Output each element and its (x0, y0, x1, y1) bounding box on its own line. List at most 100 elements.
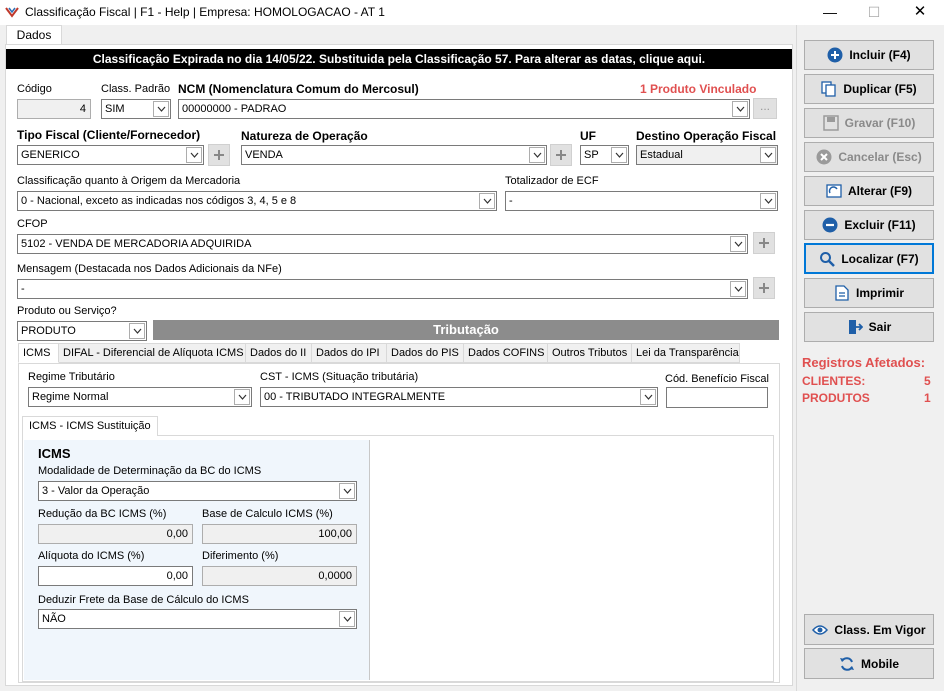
chevron-down-icon[interactable] (129, 323, 145, 339)
cod-beneficio-field[interactable] (666, 387, 768, 408)
icms-section-title: ICMS (38, 446, 71, 461)
tab-lei-transparencia[interactable]: Lei da Transparência (632, 343, 740, 363)
refresh-icon (840, 656, 854, 671)
tab-icms[interactable]: ICMS (18, 343, 59, 363)
chevron-down-icon[interactable] (732, 101, 748, 117)
cst-select[interactable]: 00 - TRIBUTADO INTEGRALMENTE (260, 387, 658, 407)
regime-select[interactable]: Regime Normal (28, 387, 252, 407)
gravar-button[interactable]: Gravar (F10) (804, 108, 934, 138)
chevron-down-icon[interactable] (186, 147, 202, 163)
window-title: Classificação Fiscal | F1 - Help | Empre… (25, 5, 385, 19)
chevron-down-icon[interactable] (234, 389, 250, 405)
uf-select[interactable]: SP (580, 145, 629, 165)
add-tipo-fiscal-button[interactable] (208, 144, 230, 166)
duplicate-icon (821, 81, 836, 97)
tab-dados-cofins[interactable]: Dados COFINS (464, 343, 548, 363)
chevron-down-icon[interactable] (730, 236, 746, 252)
chevron-down-icon[interactable] (153, 101, 169, 117)
class-padrao-value: SIM (105, 103, 125, 115)
sair-button[interactable]: Sair (804, 312, 934, 342)
aliquota-field[interactable]: 0,00 (38, 566, 193, 586)
tab-dados-pis[interactable]: Dados do PIS (387, 343, 464, 363)
tab-dados-ipi[interactable]: Dados do IPI (312, 343, 387, 363)
add-natureza-button[interactable] (550, 144, 572, 166)
class-padrao-label: Class. Padrão (101, 83, 171, 95)
modalidade-select[interactable]: 3 - Valor da Operação (38, 481, 357, 501)
class-em-vigor-label: Class. Em Vigor (834, 622, 926, 637)
eye-icon (812, 624, 829, 635)
tab-outros-tributos[interactable]: Outros Tributos (548, 343, 632, 363)
edit-icon (826, 184, 842, 198)
destino-value: Estadual (640, 149, 683, 161)
reducao-label: Redução da BC ICMS (%) (38, 508, 167, 520)
chevron-down-icon[interactable] (760, 147, 776, 163)
cfop-select[interactable]: 5102 - VENDA DE MERCADORIA ADQUIRIDA (17, 234, 748, 254)
origem-select[interactable]: 0 - Nacional, exceto as indicadas nos có… (17, 191, 497, 211)
minimize-button[interactable]: — (815, 3, 845, 21)
duplicar-button[interactable]: Duplicar (F5) (804, 74, 934, 104)
natureza-value: VENDA (245, 149, 283, 161)
totalizador-select[interactable]: - (505, 191, 778, 211)
tab-dados[interactable]: Dados (6, 25, 62, 45)
incluir-button[interactable]: Incluir (F4) (804, 40, 934, 70)
chevron-down-icon[interactable] (640, 389, 656, 405)
produtos-label: PRODUTOS (802, 391, 870, 405)
regime-label: Regime Tributário (28, 371, 115, 383)
exit-icon (848, 320, 863, 334)
tab-icms-sustituicao[interactable]: ICMS - ICMS Sustituição (22, 416, 158, 436)
class-em-vigor-button[interactable]: Class. Em Vigor (804, 614, 934, 645)
ncm-select[interactable]: 00000000 - PADRAO (178, 99, 750, 119)
save-icon (822, 115, 839, 131)
destino-label: Destino Operação Fiscal (636, 129, 777, 143)
clientes-label: CLIENTES: (802, 374, 866, 388)
chevron-down-icon[interactable] (479, 193, 495, 209)
tab-dados-ii[interactable]: Dados do II (246, 343, 312, 363)
alterar-button[interactable]: Alterar (F9) (804, 176, 934, 206)
localizar-button[interactable]: Localizar (F7) (804, 243, 934, 274)
diferimento-field[interactable]: 0,0000 (202, 566, 357, 586)
codigo-field[interactable]: 4 (17, 99, 91, 119)
chevron-down-icon[interactable] (611, 147, 627, 163)
cancelar-button[interactable]: Cancelar (Esc) (804, 142, 934, 172)
destino-select[interactable]: Estadual (636, 145, 778, 165)
produto-vinculado-link[interactable]: 1 Produto Vinculado (640, 82, 756, 96)
aliquota-label: Alíquota do ICMS (%) (38, 550, 145, 562)
add-mensagem-button[interactable] (753, 277, 775, 299)
document-icon (835, 285, 849, 301)
mobile-button[interactable]: Mobile (804, 648, 934, 679)
deduzir-frete-select[interactable]: NÃO (38, 609, 357, 629)
cancelar-label: Cancelar (Esc) (838, 150, 922, 164)
cst-value: 00 - TRIBUTADO INTEGRALMENTE (264, 391, 446, 403)
tipo-fiscal-select[interactable]: GENERICO (17, 145, 204, 165)
base-calculo-label: Base de Calculo ICMS (%) (202, 508, 333, 520)
close-button[interactable]: ✕ (905, 3, 935, 21)
chevron-down-icon[interactable] (730, 281, 746, 297)
expiration-banner[interactable]: Classificação Expirada no dia 14/05/22. … (6, 49, 792, 69)
chevron-down-icon[interactable] (339, 483, 355, 499)
duplicar-label: Duplicar (F5) (843, 82, 917, 96)
produto-servico-value: PRODUTO (21, 325, 76, 337)
natureza-label: Natureza de Operação (241, 129, 368, 143)
app-logo-icon (5, 6, 19, 21)
reducao-field[interactable]: 0,00 (38, 524, 193, 544)
add-cfop-button[interactable] (753, 232, 775, 254)
deduzir-frete-value: NÃO (42, 613, 66, 625)
produto-servico-select[interactable]: PRODUTO (17, 321, 147, 341)
tributacao-header: Tributação (153, 320, 779, 340)
cancel-icon (816, 149, 832, 165)
maximize-button[interactable]: ☐ (859, 3, 889, 21)
natureza-select[interactable]: VENDA (241, 145, 547, 165)
tab-difal[interactable]: DIFAL - Diferencial de Alíquota ICMS (59, 343, 246, 363)
chevron-down-icon[interactable] (529, 147, 545, 163)
imprimir-button[interactable]: Imprimir (804, 278, 934, 308)
minus-circle-icon (822, 217, 838, 233)
cfop-label: CFOP (17, 218, 48, 230)
chevron-down-icon[interactable] (760, 193, 776, 209)
mensagem-select[interactable]: - (17, 279, 748, 299)
base-calculo-field[interactable]: 100,00 (202, 524, 357, 544)
chevron-down-icon[interactable] (339, 611, 355, 627)
excluir-button[interactable]: Excluir (F11) (804, 210, 934, 240)
class-padrao-select[interactable]: SIM (101, 99, 171, 119)
ncm-ellipsis-button[interactable]: ... (753, 98, 777, 119)
mensagem-value: - (21, 283, 25, 295)
